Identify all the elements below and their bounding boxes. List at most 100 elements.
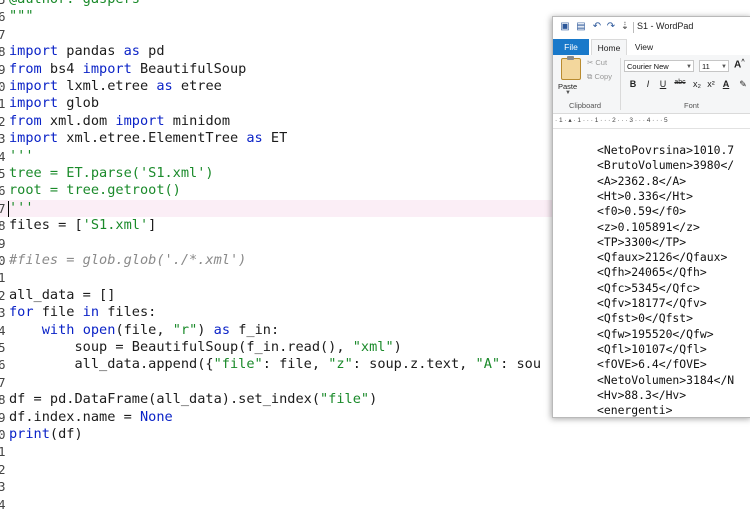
line-number: 8 — [0, 392, 6, 408]
code-token: from — [9, 112, 42, 129]
code-token: """ — [9, 8, 34, 25]
clipboard-group-label: Clipboard — [569, 101, 602, 110]
code-token: soup = BeautifulSoup(f_in.read(), — [9, 339, 353, 355]
chevron-down-icon[interactable]: ▼ — [565, 90, 571, 96]
document-line: <Qfv>18177</Qfv> — [597, 296, 707, 310]
chevron-down-icon: ▼ — [686, 64, 692, 70]
line-number: 2 — [0, 461, 6, 477]
line-number: 0 — [0, 253, 6, 268]
copy-icon: ⧉ — [587, 72, 593, 81]
code-text: print(df) — [9, 426, 83, 443]
save-icon[interactable]: ▣ — [559, 21, 571, 33]
bold-button[interactable]: B — [627, 79, 639, 89]
code-token: "A" — [475, 356, 501, 373]
tab-home[interactable]: Home — [591, 39, 627, 56]
code-token: open — [82, 321, 116, 338]
code-token: import — [9, 130, 59, 147]
underline-button[interactable]: U — [657, 79, 669, 89]
code-token: pd — [139, 43, 165, 60]
code-token: as — [123, 43, 140, 60]
copy-button[interactable]: ⧉ Copy — [587, 72, 612, 82]
line-number: 3 — [0, 131, 6, 147]
code-token: ) — [393, 339, 402, 355]
code-text: from xml.dom import minidom — [9, 113, 230, 130]
code-token: ''' — [9, 147, 34, 164]
code-token: all_data = [] — [9, 286, 116, 303]
code-line[interactable]: 4 — [0, 496, 750, 513]
code-token: as — [246, 130, 263, 147]
code-token: (df) — [49, 426, 83, 442]
code-text: @author: gaspers — [9, 0, 140, 8]
line-number: 7 — [0, 374, 6, 390]
line-number: 8 — [0, 218, 6, 234]
cut-button[interactable]: ✂ Cut — [587, 58, 607, 67]
line-number: 1 — [0, 96, 6, 112]
code-token: @author: gaspers — [9, 0, 140, 7]
code-token: in — [82, 304, 100, 321]
line-number: 1 — [0, 270, 6, 286]
code-token: import — [115, 112, 165, 129]
line-number: 2 — [0, 287, 6, 303]
line-number: 2 — [0, 113, 6, 129]
code-token: BeautifulSoup — [131, 60, 247, 77]
tab-view[interactable]: View — [629, 39, 659, 55]
undo-icon[interactable]: ↶ — [591, 21, 603, 33]
paste-icon[interactable] — [561, 56, 581, 80]
customize-quick-access-icon[interactable]: ⇣ — [619, 21, 631, 33]
code-text: df = pd.DataFrame(all_data).set_index("f… — [9, 391, 377, 408]
document-line: <A>2362.8</A> — [597, 173, 687, 188]
line-number: 6 — [0, 183, 6, 199]
ribbon: Paste ▼ ✂ Cut ⧉ Copy Clipboard Courier N… — [553, 55, 750, 114]
code-token: xml.dom — [41, 112, 116, 129]
redo-icon[interactable]: ↷ — [605, 21, 617, 33]
disk-icon[interactable]: ▤ — [575, 21, 587, 33]
code-token: df.index.name = — [9, 408, 140, 425]
line-number: 3 — [0, 479, 6, 495]
superscript-button[interactable]: x² — [705, 79, 717, 89]
tab-file[interactable]: File — [553, 39, 589, 55]
document-line: <NetoPovrsina>1010.7 — [597, 143, 735, 157]
line-number: 6 — [0, 357, 6, 373]
code-token: tree = ET.parse('S1.xml') — [9, 165, 214, 181]
code-line[interactable]: 1 — [0, 443, 750, 460]
font-family-select[interactable]: Courier New ▼ — [624, 60, 694, 72]
strikethrough-button[interactable]: abc — [672, 79, 688, 86]
code-text: from bs4 import BeautifulSoup — [9, 61, 246, 78]
code-text: ''' — [9, 200, 34, 217]
subscript-button[interactable]: x₂ — [691, 79, 703, 89]
code-line[interactable]: 3 — [0, 478, 750, 495]
code-token: "z" — [328, 356, 353, 373]
code-token: pandas — [58, 43, 124, 60]
wordpad-window[interactable]: ▣ ▤ ↶ ↷ ⇣ S1 - WordPad File Home View Pa… — [552, 16, 750, 418]
code-text: with open(file, "r") as f_in: — [9, 322, 279, 339]
font-size-value: 11 — [702, 62, 710, 71]
document-line: <TP>3300</TP> — [597, 234, 687, 249]
italic-button[interactable]: I — [642, 79, 654, 89]
line-number: 7 — [0, 26, 6, 42]
wordpad-titlebar[interactable]: ▣ ▤ ↶ ↷ ⇣ S1 - WordPad — [553, 17, 750, 39]
ruler[interactable]: · 1 · ▴ · 1 · · · 1 · · · 2 · · · 3 · · … — [553, 114, 750, 129]
title-separator — [633, 22, 634, 33]
line-number: 0 — [0, 79, 6, 94]
code-text: root = tree.getroot() — [9, 182, 181, 199]
grow-font-icon[interactable]: A^ — [734, 59, 745, 70]
code-token: file — [33, 304, 83, 321]
code-line[interactable]: 5@author: gaspers — [0, 0, 750, 8]
cut-label: Cut — [595, 58, 608, 67]
highlight-pen-icon[interactable]: ✎ — [737, 79, 749, 90]
scissors-icon: ✂ — [587, 58, 594, 67]
code-token: minidom — [164, 112, 231, 129]
line-number: 4 — [0, 322, 6, 338]
code-text: tree = ET.parse('S1.xml') — [9, 165, 214, 182]
line-number: 7 — [0, 200, 6, 216]
line-number: 5 — [0, 340, 6, 355]
document-area[interactable]: <NetoPovrsina>1010.7 <BrutoVolumen>3980</… — [553, 129, 750, 417]
text-color-button[interactable]: A — [720, 79, 732, 89]
code-token: import — [9, 95, 59, 112]
code-line[interactable]: 0 print(df) — [0, 426, 750, 443]
code-token: with — [41, 321, 75, 338]
font-size-select[interactable]: 11 ▼ — [699, 60, 729, 72]
code-line[interactable]: 2 — [0, 461, 750, 478]
code-text: df.index.name = None — [9, 409, 173, 426]
